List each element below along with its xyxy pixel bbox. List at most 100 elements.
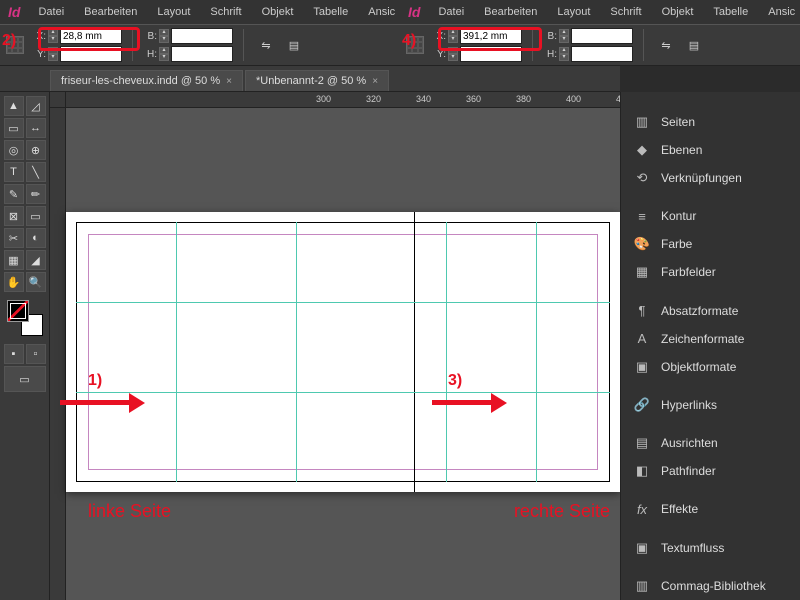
w-spinner[interactable]: ▴▾ [159,29,169,43]
links-icon: ⟲ [633,170,651,186]
document-canvas[interactable]: 300 320 340 360 380 400 42 linke Seite r… [50,92,620,600]
panel-pathfinder[interactable]: ◧Pathfinder [621,457,800,485]
menu-ansicht[interactable]: Ansic [358,2,405,22]
panel-verknuepfungen[interactable]: ⟲Verknüpfungen [621,164,800,192]
y-input[interactable] [460,46,522,62]
align-icon[interactable]: ▤ [282,33,306,57]
menu-layout[interactable]: Layout [147,2,200,22]
hand-tool[interactable]: ✋ [4,272,24,292]
panel-zeichenformate[interactable]: AZeichenformate [621,325,800,353]
pathfinder-icon: ◧ [633,463,651,479]
menu-objekt[interactable]: Objekt [252,2,304,22]
close-icon[interactable]: × [372,76,378,87]
app-logo-icon: Id [0,0,28,24]
w-input[interactable] [171,28,233,44]
panel-label: Hyperlinks [661,398,717,412]
menu-datei[interactable]: Datei [28,2,74,22]
annotation-label-3: 3) [448,372,462,390]
menu-ansicht[interactable]: Ansic [758,2,800,22]
character-icon: A [633,331,651,347]
y-spinner[interactable]: ▴▾ [448,47,458,61]
menu-schrift[interactable]: Schrift [200,2,251,22]
type-tool[interactable]: T [4,162,24,182]
y-label: Y: [32,49,46,60]
x-input[interactable] [460,28,522,44]
menubar-right: Id Datei Bearbeiten Layout Schrift Objek… [400,0,800,24]
ruler-tick: 320 [366,94,381,104]
menu-layout[interactable]: Layout [547,2,600,22]
panel-farbe[interactable]: 🎨Farbe [621,230,800,258]
panel-seiten[interactable]: ▥Seiten [621,108,800,136]
gradient-tool[interactable]: ▦ [4,250,24,270]
object-icon: ▣ [633,359,651,375]
panel-label: Seiten [661,115,695,129]
w-label: B: [543,31,557,42]
menu-datei[interactable]: Datei [428,2,474,22]
panel-kontur[interactable]: ≡Kontur [621,202,800,230]
toolbox: ▲◿ ▭↔ ◎⊕ T╲ ✎✏ ⊠▭ ✂◐ ▦◢ ✋🔍 ▪▫ ▭ [0,92,50,600]
guide-horizontal[interactable] [76,392,610,393]
content-placer-tool[interactable]: ⊕ [26,140,46,160]
panel-textumfluss[interactable]: ▣Textumfluss [621,534,800,562]
flip-horizontal-icon[interactable]: ⇋ [254,33,278,57]
x-input[interactable] [60,28,122,44]
align-icon[interactable]: ▤ [682,33,706,57]
panel-hyperlinks[interactable]: 🔗Hyperlinks [621,391,800,419]
content-tool[interactable]: ◎ [4,140,24,160]
line-tool[interactable]: ╲ [26,162,46,182]
zoom-tool[interactable]: 🔍 [26,272,46,292]
x-spinner[interactable]: ▴▾ [448,29,458,43]
page-spread: linke Seite rechte Seite [66,212,620,492]
panel-objektformate[interactable]: ▣Objektformate [621,353,800,381]
panel-ebenen[interactable]: ◆Ebenen [621,136,800,164]
eyedropper-tool[interactable]: ◢ [26,250,46,270]
menu-tabelle[interactable]: Tabelle [303,2,358,22]
fill-stroke-swatch[interactable] [7,300,43,336]
menu-bearbeiten[interactable]: Bearbeiten [74,2,147,22]
guide-vertical[interactable] [176,222,177,482]
apply-fill[interactable]: ▪ [4,344,24,364]
h-spinner[interactable]: ▴▾ [559,47,569,61]
page-tool[interactable]: ▭ [4,118,24,138]
w-spinner[interactable]: ▴▾ [559,29,569,43]
apply-stroke[interactable]: ▫ [26,344,46,364]
menu-bearbeiten[interactable]: Bearbeiten [474,2,547,22]
pen-tool[interactable]: ✎ [4,184,24,204]
flip-horizontal-icon[interactable]: ⇋ [654,33,678,57]
document-tab[interactable]: friseur-les-cheveux.indd @ 50 %× [50,70,243,91]
y-input[interactable] [60,46,122,62]
menu-objekt[interactable]: Objekt [652,2,704,22]
guide-horizontal[interactable] [76,302,610,303]
pencil-tool[interactable]: ✏ [26,184,46,204]
ruler-horizontal[interactable]: 300 320 340 360 380 400 42 [66,92,620,108]
screen-mode[interactable]: ▭ [4,366,46,392]
guide-vertical[interactable] [446,222,447,482]
ruler-origin[interactable] [50,92,66,108]
ruler-vertical[interactable] [50,108,66,600]
direct-selection-tool[interactable]: ◿ [26,96,46,116]
close-icon[interactable]: × [226,76,232,87]
panel-effekte[interactable]: fxEffekte [621,495,800,523]
h-spinner[interactable]: ▴▾ [159,47,169,61]
menu-schrift[interactable]: Schrift [600,2,651,22]
scissors-tool[interactable]: ✂ [4,228,24,248]
transform-tool[interactable]: ◐ [26,228,46,248]
rectangle-tool[interactable]: ▭ [26,206,46,226]
menu-tabelle[interactable]: Tabelle [703,2,758,22]
frame-tool[interactable]: ⊠ [4,206,24,226]
panel-absatzformate[interactable]: ¶Absatzformate [621,297,800,325]
guide-vertical[interactable] [536,222,537,482]
panel-bibliothek[interactable]: ▥Commag-Bibliothek [621,572,800,600]
guide-vertical[interactable] [296,222,297,482]
selection-tool[interactable]: ▲ [4,96,24,116]
y-spinner[interactable]: ▴▾ [48,47,58,61]
stroke-icon: ≡ [633,208,651,224]
panel-ausrichten[interactable]: ▤Ausrichten [621,429,800,457]
x-spinner[interactable]: ▴▾ [48,29,58,43]
document-tab[interactable]: *Unbenannt-2 @ 50 %× [245,70,389,91]
panel-farbfelder[interactable]: ▦Farbfelder [621,258,800,286]
h-input[interactable] [571,46,633,62]
gap-tool[interactable]: ↔ [26,118,46,138]
w-input[interactable] [571,28,633,44]
h-input[interactable] [171,46,233,62]
